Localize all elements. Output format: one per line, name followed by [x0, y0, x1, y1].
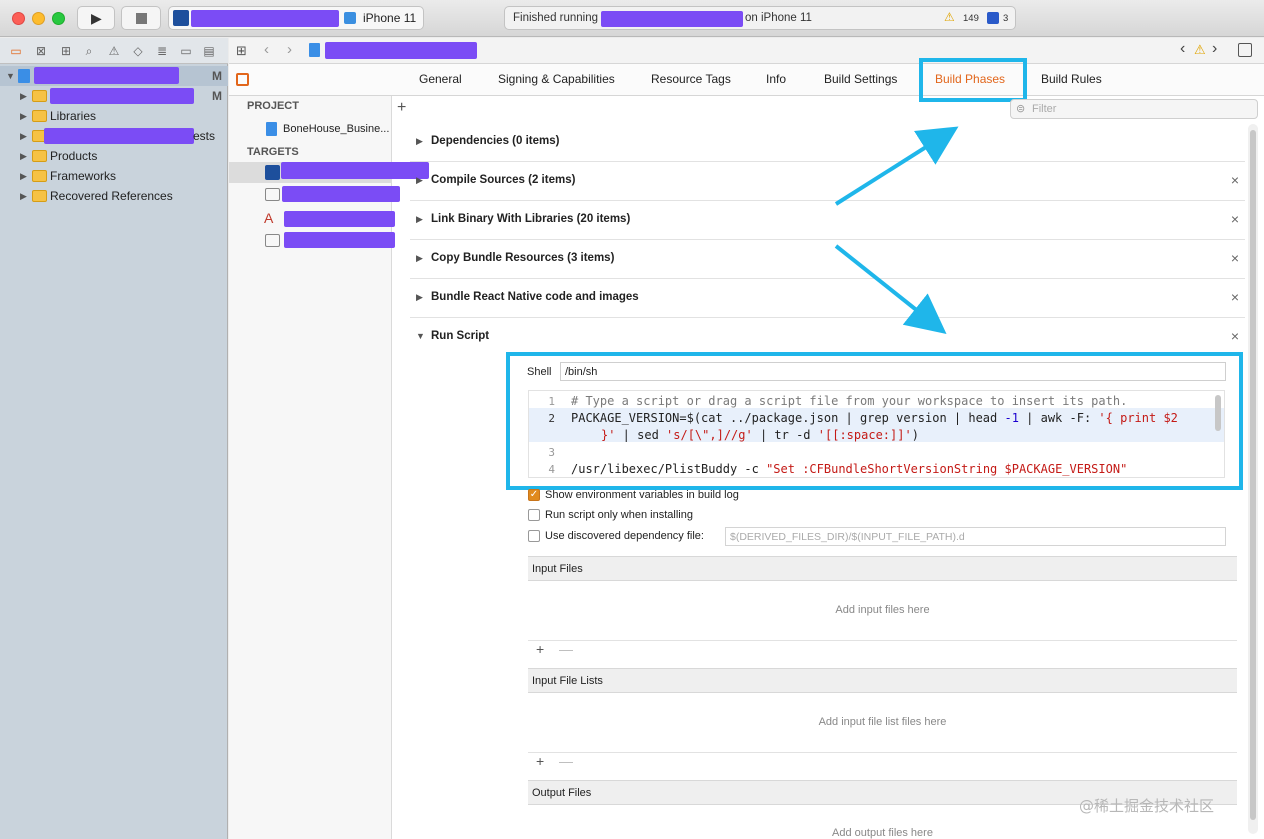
arrow-to-tab [834, 126, 959, 206]
annotation-arrows [834, 126, 959, 334]
arrow-to-script [834, 244, 947, 334]
